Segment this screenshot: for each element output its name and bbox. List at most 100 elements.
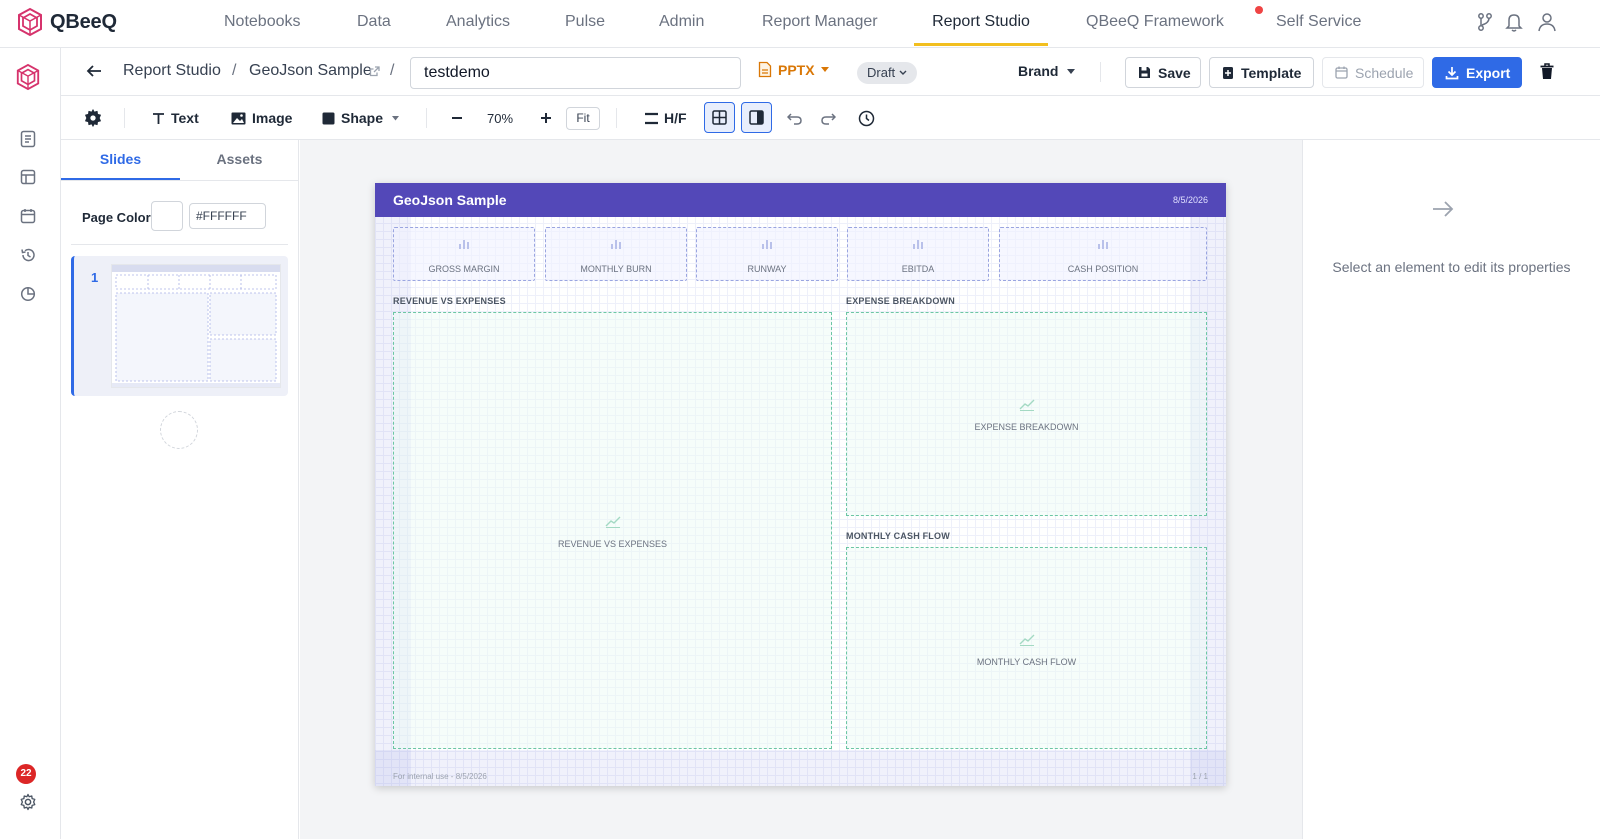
nav-admin[interactable]: Admin: [659, 0, 704, 46]
template-button[interactable]: Template: [1209, 57, 1314, 88]
schedule-button[interactable]: Schedule: [1322, 57, 1424, 88]
bar-chart-icon: [912, 239, 924, 249]
export-button[interactable]: Export: [1432, 57, 1522, 88]
kpi-label: GROSS MARGIN: [428, 264, 500, 274]
line-chart-icon: [605, 514, 621, 528]
zoom-in-button[interactable]: [540, 96, 558, 140]
app-name: QBeeQ: [50, 10, 117, 33]
back-arrow-icon[interactable]: [86, 63, 102, 79]
chart-placeholder-label: REVENUE VS EXPENSES: [557, 539, 668, 549]
grid-toggle[interactable]: [704, 102, 735, 133]
breadcrumb-report-name[interactable]: GeoJson Sample: [249, 62, 372, 80]
slide-title[interactable]: GeoJson Sample: [393, 192, 507, 208]
add-shape-dropdown[interactable]: Shape: [322, 96, 405, 140]
properties-empty-message: Select an element to edit its properties: [1332, 259, 1571, 275]
add-image-button[interactable]: Image: [231, 96, 292, 140]
slide-thumbnail: [111, 264, 281, 388]
user-icon[interactable]: [1538, 12, 1556, 32]
app-logo[interactable]: QBeeQ: [16, 7, 117, 37]
notification-badge[interactable]: 22: [16, 764, 36, 784]
gear-icon[interactable]: [83, 96, 109, 140]
nav-qbeeq-framework[interactable]: QBeeQ Framework: [1086, 0, 1224, 46]
add-image-label: Image: [252, 110, 293, 126]
add-text-button[interactable]: Text: [152, 96, 199, 140]
download-icon: [1445, 66, 1466, 80]
chart-placeholder-cashflow[interactable]: MONTHLY CASH FLOW: [846, 547, 1207, 749]
text-icon: [152, 112, 171, 125]
logo-cube-icon[interactable]: [15, 63, 41, 91]
slide-date[interactable]: 8/5/2026: [1173, 195, 1208, 205]
page-color-label: Page Color: [82, 210, 151, 225]
kpi-placeholder[interactable]: GROSS MARGIN: [393, 227, 535, 281]
panel-toggle[interactable]: [741, 102, 772, 133]
schedule-label: Schedule: [1355, 64, 1414, 81]
report-header: Report Studio / GeoJson Sample / PPTX Dr…: [61, 48, 1600, 96]
template-icon: [1222, 66, 1241, 80]
undo-icon: [787, 112, 808, 125]
properties-panel: Select an element to edit its properties: [1302, 140, 1600, 839]
bar-chart-icon: [458, 239, 470, 249]
nav-pulse[interactable]: Pulse: [565, 0, 605, 46]
header-footer-label: H/F: [664, 110, 687, 126]
bar-chart-icon: [1097, 239, 1109, 249]
layout-icon[interactable]: [20, 169, 36, 185]
tab-slides[interactable]: Slides: [61, 140, 180, 180]
nav-report-manager[interactable]: Report Manager: [762, 0, 878, 46]
document-icon[interactable]: [20, 130, 36, 148]
trash-icon[interactable]: [1540, 63, 1554, 80]
line-chart-icon: [1019, 632, 1035, 646]
gear-icon[interactable]: [19, 793, 37, 811]
format-dropdown[interactable]: PPTX: [758, 61, 829, 78]
add-slide-button[interactable]: [160, 411, 198, 449]
line-chart-icon: [1019, 397, 1035, 411]
slide-footer-text[interactable]: For internal use - 8/5/2026: [393, 772, 487, 781]
section-heading[interactable]: MONTHLY CASH FLOW: [846, 531, 950, 541]
save-button[interactable]: Save: [1125, 57, 1201, 88]
zoom-out-button[interactable]: [451, 96, 469, 140]
kpi-placeholder[interactable]: RUNWAY: [696, 227, 838, 281]
file-icon: [758, 61, 772, 78]
grid-icon: [712, 110, 727, 125]
kpi-placeholder[interactable]: MONTHLY BURN: [545, 227, 687, 281]
pie-icon[interactable]: [20, 286, 36, 302]
breadcrumb-report-studio[interactable]: Report Studio: [123, 62, 221, 80]
image-icon: [231, 112, 252, 125]
format-label: PPTX: [778, 61, 815, 78]
page-color-swatch[interactable]: [151, 201, 183, 231]
version-history-button[interactable]: [858, 96, 881, 140]
chart-placeholder-expense[interactable]: EXPENSE BREAKDOWN: [846, 312, 1207, 516]
tab-assets[interactable]: Assets: [180, 140, 299, 180]
chart-placeholder-revenue[interactable]: REVENUE VS EXPENSES: [393, 312, 832, 749]
section-heading[interactable]: EXPENSE BREAKDOWN: [846, 296, 955, 306]
nav-notebooks[interactable]: Notebooks: [224, 0, 301, 46]
section-heading[interactable]: REVENUE VS EXPENSES: [393, 296, 506, 306]
report-name-input[interactable]: [410, 57, 741, 89]
save-icon: [1138, 66, 1158, 79]
undo-button[interactable]: [787, 96, 808, 140]
kpi-placeholder[interactable]: EBITDA: [847, 227, 989, 281]
history-icon[interactable]: [20, 247, 36, 263]
zoom-fit-button[interactable]: Fit: [566, 107, 600, 130]
calendar-icon: [1335, 66, 1355, 79]
nav-analytics[interactable]: Analytics: [446, 0, 510, 46]
bell-icon[interactable]: [1505, 12, 1523, 32]
nav-self-service[interactable]: Self Service: [1276, 0, 1361, 46]
slide-page-number: 1 / 1: [1192, 772, 1208, 781]
breadcrumb-separator: /: [232, 62, 237, 79]
nav-report-studio[interactable]: Report Studio: [914, 0, 1048, 46]
external-link-icon[interactable]: [369, 66, 380, 77]
slide-header-band[interactable]: GeoJson Sample 8/5/2026: [375, 183, 1226, 217]
brand-dropdown[interactable]: Brand: [1018, 63, 1076, 79]
header-footer-toggle[interactable]: H/F: [645, 96, 687, 140]
calendar-icon[interactable]: [20, 208, 36, 224]
chevron-down-icon: [820, 67, 829, 72]
page-color-input[interactable]: #FFFFFF: [189, 203, 266, 229]
redo-button[interactable]: [821, 96, 842, 140]
branch-icon[interactable]: [1477, 12, 1493, 32]
kpi-placeholder[interactable]: CASH POSITION: [999, 227, 1207, 281]
slide[interactable]: GeoJson Sample 8/5/2026 GROSS MARGIN MON…: [375, 183, 1226, 786]
status-dropdown[interactable]: Draft: [857, 62, 918, 84]
breadcrumb-separator: /: [390, 62, 395, 79]
nav-data[interactable]: Data: [357, 0, 391, 46]
slide-thumbnail-card[interactable]: 1: [71, 256, 288, 396]
